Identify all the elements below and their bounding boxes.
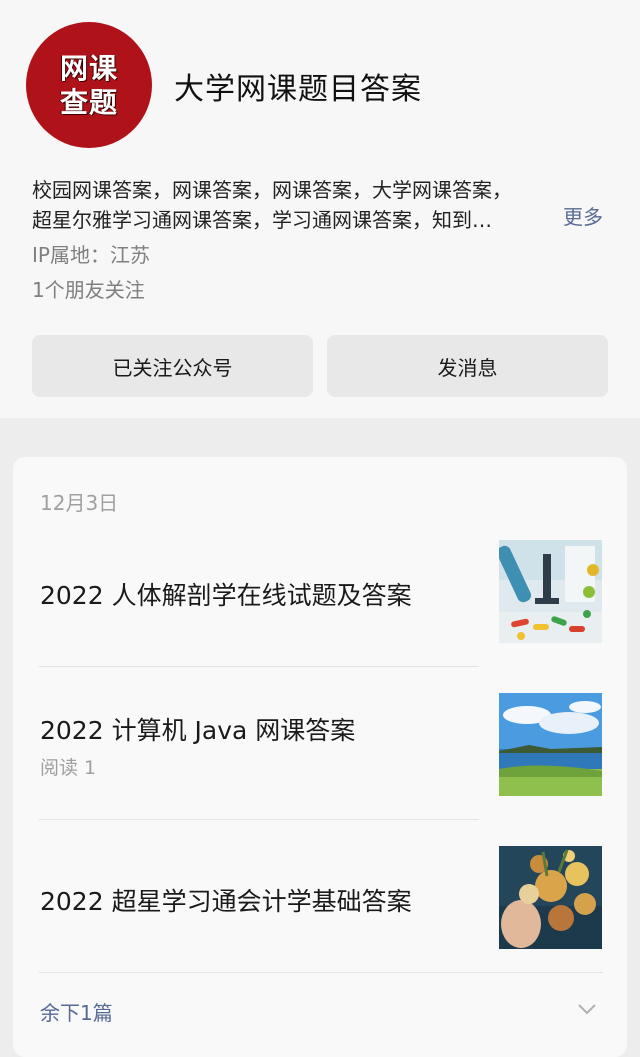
article-title[interactable]: 2022 人体解剖学在线试题及答案: [40, 576, 412, 612]
account-avatar[interactable]: 网课 查题: [26, 22, 152, 148]
chevron-down-icon[interactable]: [577, 1001, 597, 1020]
article-item[interactable]: 2022 计算机 Java 网课答案 阅读 1: [13, 691, 627, 844]
ip-location: IP属地：江苏: [32, 243, 150, 267]
avatar-text-line1: 网课: [59, 52, 118, 85]
avatar-logo-text: 网课 查题: [52, 52, 126, 120]
article-item[interactable]: 2022 人体解剖学在线试题及答案: [13, 538, 627, 691]
article-divider: [39, 666, 479, 667]
article-title[interactable]: 2022 超星学习通会计学基础答案: [40, 882, 412, 918]
lab-photo-icon[interactable]: [499, 540, 602, 643]
description-line2: 超星尔雅学习通网课答案，学习通网课答案，知到…: [32, 208, 492, 232]
seascape-photo-icon[interactable]: [499, 693, 602, 796]
more-link[interactable]: 更多: [563, 201, 603, 230]
flowers-portrait-photo-icon[interactable]: [499, 846, 602, 949]
account-name: 大学网课题目答案: [174, 72, 422, 107]
friends-following[interactable]: 1个朋友关注: [32, 274, 145, 303]
article-list-card: 12月3日 2022 人体解剖学在线试题及答案 2022 计算机 Java 网课…: [13, 457, 627, 1057]
remaining-articles-link[interactable]: 余下1篇: [40, 997, 113, 1026]
read-count: 阅读 1: [40, 757, 97, 779]
post-date: 12月3日: [40, 491, 119, 515]
article-divider: [39, 819, 479, 820]
article-title[interactable]: 2022 计算机 Java 网课答案: [40, 711, 355, 747]
send-message-button[interactable]: 发消息: [327, 335, 608, 397]
account-header: 网课 查题 大学网课题目答案 校园网课答案，网课答案，网课答案，大学网课答案， …: [0, 0, 640, 418]
avatar-text-line2: 查题: [59, 86, 118, 119]
account-description: 校园网课答案，网课答案，网课答案，大学网课答案， 超星尔雅学习通网课答案，学习通…: [32, 175, 544, 235]
description-line1: 校园网课答案，网课答案，网课答案，大学网课答案，: [32, 178, 512, 202]
article-divider: [39, 972, 603, 973]
followed-button[interactable]: 已关注公众号: [32, 335, 313, 397]
article-item[interactable]: 2022 超星学习通会计学基础答案: [13, 844, 627, 997]
